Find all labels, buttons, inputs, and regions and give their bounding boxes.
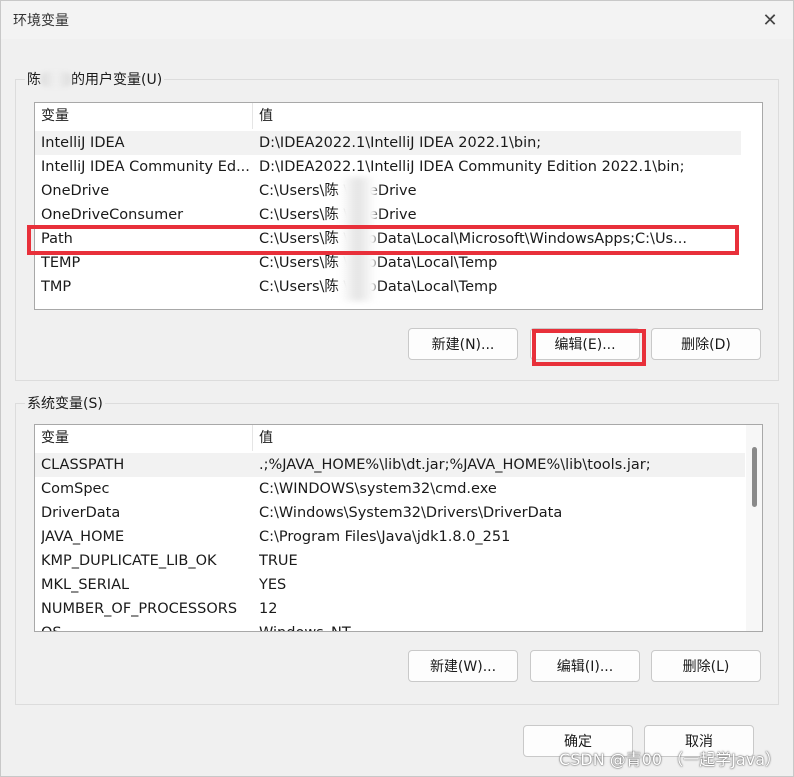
title-bar: 环境变量 ✕ xyxy=(1,1,793,39)
redacted-username xyxy=(41,71,71,87)
system-variables-list-header: 变量 值 xyxy=(35,425,762,451)
redacted-username-column xyxy=(340,177,376,301)
table-row-path[interactable]: Path C:\Users\陈 \AppData\Local\Microsoft\… xyxy=(35,227,741,251)
column-header-variable[interactable]: 变量 xyxy=(35,425,253,451)
table-row[interactable]: JAVA_HOME C:\Program Files\Java\jdk1.8.0_… xyxy=(35,525,745,549)
table-row[interactable]: CLASSPATH .;%JAVA_HOME%\lib\dt.jar;%JAVA_… xyxy=(35,453,745,477)
user-variables-list[interactable]: 变量 值 IntelliJ IDEA D:\IDEA2022.1\IntelliJ… xyxy=(34,102,763,310)
scrollbar-thumb[interactable] xyxy=(752,447,757,507)
table-row[interactable]: NUMBER_OF_PROCESSORS 12 xyxy=(35,597,745,621)
table-row[interactable]: ComSpec C:\WINDOWS\system32\cmd.exe xyxy=(35,477,745,501)
user-edit-button[interactable]: 编辑(E)... xyxy=(530,328,640,360)
system-new-button[interactable]: 新建(W)... xyxy=(408,650,518,682)
table-row[interactable]: IntelliJ IDEA D:\IDEA2022.1\IntelliJ IDEA… xyxy=(35,131,741,155)
table-row[interactable]: DriverData C:\Windows\System32\Drivers\Dr… xyxy=(35,501,745,525)
window-title: 环境变量 xyxy=(13,13,69,29)
system-edit-button[interactable]: 编辑(I)... xyxy=(530,650,640,682)
close-icon[interactable]: ✕ xyxy=(757,7,783,33)
column-header-variable[interactable]: 变量 xyxy=(35,103,253,129)
table-row[interactable]: TMP C:\Users\陈 \AppData\Local\Temp xyxy=(35,275,741,299)
system-variables-label: 系统变量(S) xyxy=(25,393,105,413)
table-row[interactable]: IntelliJ IDEA Community Ed... D:\IDEA2022… xyxy=(35,155,741,179)
table-row[interactable]: KMP_DUPLICATE_LIB_OK TRUE xyxy=(35,549,745,573)
user-variables-label: 陈的用户变量(U) xyxy=(25,69,165,89)
table-row[interactable]: OneDrive C:\Users\陈 \OneDrive xyxy=(35,179,741,203)
user-new-button[interactable]: 新建(N)... xyxy=(408,328,518,360)
table-row[interactable]: OSWindows_NT xyxy=(35,621,745,631)
table-row[interactable]: MKL_SERIAL YES xyxy=(35,573,745,597)
table-row[interactable]: TEMP C:\Users\陈 \AppData\Local\Temp xyxy=(35,251,741,275)
column-header-value[interactable]: 值 xyxy=(253,103,743,129)
environment-variables-dialog: 环境变量 ✕ 陈的用户变量(U) 变量 值 IntelliJ IDEA D:\ID… xyxy=(0,0,794,777)
csdn-watermark: CSDN @青00 （一起学Java） xyxy=(559,750,781,769)
column-header-value[interactable]: 值 xyxy=(253,425,743,451)
user-variables-list-header: 变量 值 xyxy=(35,103,762,129)
system-delete-button[interactable]: 删除(L) xyxy=(651,650,761,682)
table-row[interactable]: OneDriveConsumer C:\Users\陈 \OneDrive xyxy=(35,203,741,227)
system-variables-scrollbar[interactable] xyxy=(746,425,762,631)
system-variables-list[interactable]: 变量 值 CLASSPATH .;%JAVA_HOME%\lib\dt.jar;%… xyxy=(34,424,763,632)
user-delete-button[interactable]: 删除(D) xyxy=(651,328,761,360)
